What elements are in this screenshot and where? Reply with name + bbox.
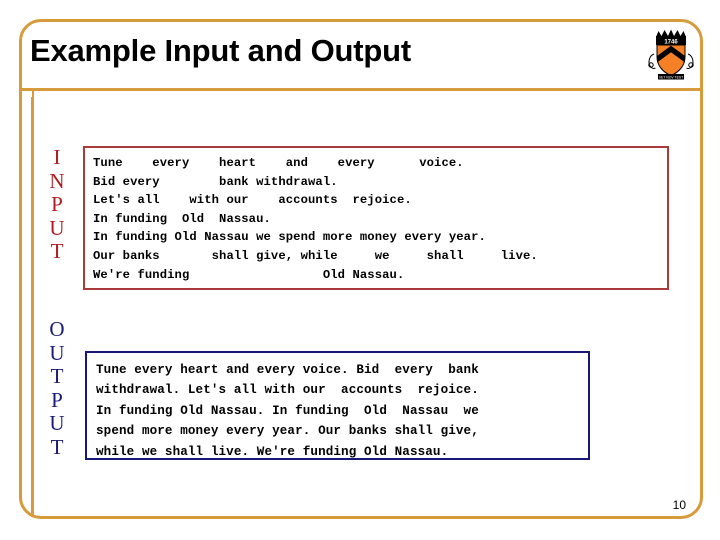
output-line: spend more money every year. Our banks s… <box>96 424 479 439</box>
output-label-letter: T <box>50 434 64 459</box>
page-number: 10 <box>672 498 686 512</box>
input-text-box: Tune every heart and every voice. Bid ev… <box>83 146 669 290</box>
output-label-letter: U <box>49 340 65 365</box>
page-title: Example Input and Output <box>30 33 411 68</box>
frame-inner-vertical-rule <box>31 88 34 517</box>
output-line: withdrawal. Let's all with our accounts … <box>96 383 479 398</box>
input-label-letter: U <box>49 215 65 240</box>
frame-notch <box>22 91 32 97</box>
shield-motto-banner: VET NOV TEST <box>658 74 684 80</box>
input-line: Our banks shall give, while we shall liv… <box>93 248 538 263</box>
output-label-letter: U <box>49 411 65 436</box>
output-label-letter: T <box>50 364 64 389</box>
input-line: We're funding Old Nassau. <box>93 267 405 282</box>
shield-body <box>656 44 686 77</box>
input-line: In funding Old Nassau we spend more mone… <box>93 230 486 245</box>
output-line: Tune every heart and every voice. Bid ev… <box>96 363 479 377</box>
input-label-letter: N <box>49 168 65 193</box>
princeton-shield-logo: 1746 VET NOV TEST <box>640 24 702 86</box>
output-label-letter: O <box>49 317 65 341</box>
input-label-letter: I <box>53 145 61 169</box>
output-vertical-label: O U T P U T <box>44 317 70 460</box>
input-line: Bid every bank withdrawal. <box>93 174 338 189</box>
input-line: In funding Old Nassau. <box>93 211 271 226</box>
shield-crown: 1746 <box>656 29 686 45</box>
input-label-letter: T <box>50 239 64 264</box>
output-line: In funding Old Nassau. In funding Old Na… <box>96 403 479 418</box>
title-separator-rule <box>20 88 703 91</box>
output-label-letter: P <box>51 387 63 412</box>
slide-canvas: Example Input and Output 1746 VET NOV TE… <box>0 0 720 540</box>
input-vertical-label: I N P U T <box>44 145 70 264</box>
input-line: Let's all with our accounts rejoice. <box>93 193 412 208</box>
output-text-box: Tune every heart and every voice. Bid ev… <box>85 351 590 460</box>
input-label-letter: P <box>51 192 63 217</box>
input-line: Tune every heart and every voice. <box>93 156 464 170</box>
output-line: while we shall live. We're funding Old N… <box>96 444 449 459</box>
svg-text:VET NOV TEST: VET NOV TEST <box>659 75 683 79</box>
